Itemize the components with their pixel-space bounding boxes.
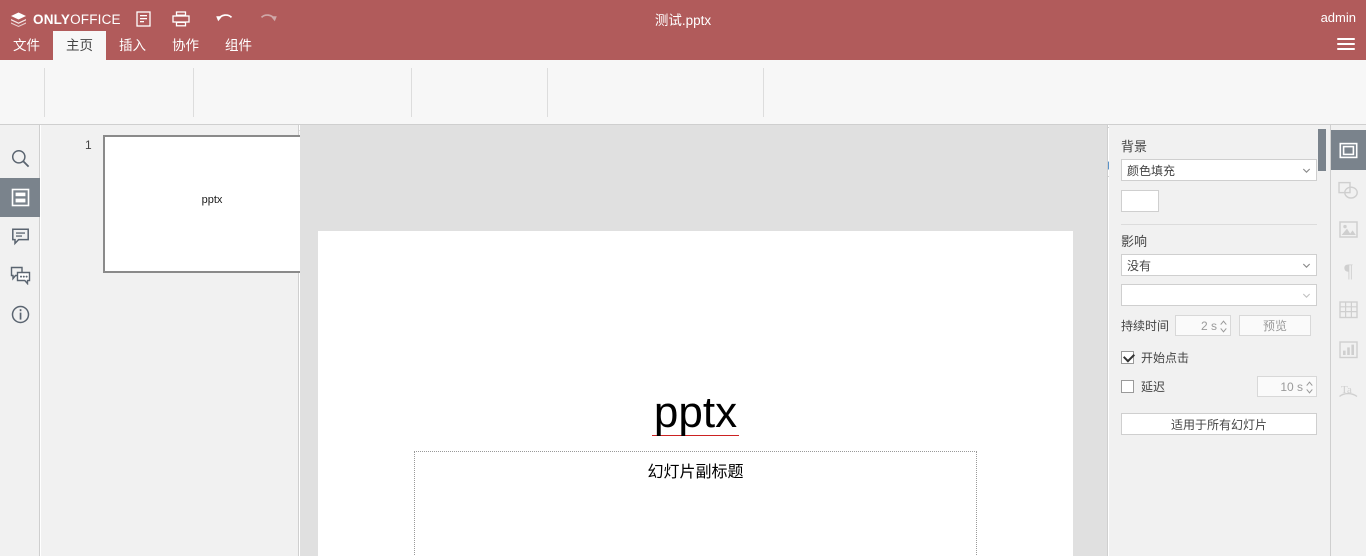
transition-variant-select[interactable]: [1121, 284, 1317, 306]
transition-section-header: 影响: [1121, 234, 1148, 249]
menu-toggle-icon[interactable]: [1337, 38, 1355, 51]
tab-file[interactable]: 文件: [0, 31, 53, 60]
delay-spinner[interactable]: 10 s: [1257, 376, 1317, 397]
panel-tab-table-settings[interactable]: [1331, 290, 1366, 330]
panel-tab-image-settings[interactable]: [1331, 210, 1366, 250]
slide-settings-panel: 背景 颜色填充 影响 没有 持续时间 2 s 预览 开始点击 延迟 10 s 适…: [1109, 125, 1331, 556]
duration-value: 2 s: [1201, 318, 1218, 333]
sidebar-item-slides[interactable]: [0, 178, 40, 217]
info-icon: [11, 305, 29, 324]
stepper-arrows-icon: [1306, 381, 1313, 394]
list-item: 1 pptx: [41, 135, 321, 280]
slide-thumbnail-text: pptx: [201, 194, 223, 206]
slide-canvas[interactable]: pptx 幻灯片副标题: [300, 125, 1108, 556]
preview-label: 预览: [1263, 319, 1288, 333]
slide-number: 1: [85, 138, 92, 152]
scrollbar-thumb[interactable]: [1318, 129, 1326, 171]
tab-plugins[interactable]: 组件: [212, 31, 265, 60]
image-icon: [1339, 221, 1358, 238]
print-glyph: [172, 11, 190, 27]
tab-insert[interactable]: 插入: [106, 31, 159, 60]
ribbon-separator-4: [547, 68, 548, 117]
right-sidebar: ¶ Ta: [1331, 125, 1366, 556]
sidebar-item-comments[interactable]: [0, 217, 40, 256]
divider: [1121, 224, 1317, 225]
start-on-click-checkbox[interactable]: [1121, 351, 1134, 364]
paragraph-icon: ¶: [1344, 261, 1353, 280]
ribbon-separator-2: [193, 68, 194, 117]
tab-home[interactable]: 主页: [53, 31, 106, 60]
tab-collaboration[interactable]: 协作: [159, 31, 212, 60]
background-section-header: 背景: [1121, 139, 1148, 154]
ribbon-separator-1: [44, 68, 45, 117]
brand-logo-area: ONLYOFFICE: [10, 9, 121, 29]
redo-glyph: [260, 14, 277, 22]
delay-label: 延迟: [1141, 380, 1166, 394]
transition-type-value: 没有: [1127, 258, 1152, 273]
left-sidebar: [0, 125, 40, 556]
search-icon: [11, 149, 29, 168]
table-icon: [1339, 301, 1358, 319]
slide-title-placeholder[interactable]: pptx: [414, 391, 977, 436]
duration-row: 持续时间 2 s 预览: [1121, 315, 1317, 336]
slides-icon: [11, 188, 29, 207]
slide-settings-icon: [1339, 142, 1358, 158]
sidebar-item-search[interactable]: [0, 139, 40, 178]
slide-subtitle-placeholder[interactable]: 幻灯片副标题: [414, 451, 977, 556]
slide-subtitle-text: 幻灯片副标题: [647, 464, 744, 481]
shape-icon: [1338, 181, 1358, 199]
delay-checkbox[interactable]: [1121, 380, 1134, 393]
chart-icon: [1339, 341, 1358, 359]
brand-text: ONLYOFFICE: [33, 11, 121, 27]
panel-tab-textart-settings[interactable]: Ta: [1331, 370, 1366, 410]
delay-row: 延迟 10 s: [1121, 376, 1317, 397]
sidebar-item-about[interactable]: [0, 295, 40, 334]
start-on-click-row: 开始点击: [1121, 349, 1317, 366]
slide-thumbnail-1[interactable]: pptx: [103, 135, 321, 273]
undo-glyph: [215, 14, 232, 22]
chevron-down-icon: [1302, 263, 1311, 268]
ribbon-separator-5: [763, 68, 764, 117]
apply-to-all-slides-button[interactable]: 适用于所有幻灯片: [1121, 413, 1317, 435]
text-art-icon: Ta: [1339, 384, 1358, 397]
panel-tab-paragraph-settings[interactable]: ¶: [1331, 250, 1366, 290]
onlyoffice-presentation-editor: ONLYOFFICE 测试.pptx admin 文件 主页 插入 协作 组件 …: [0, 0, 1366, 556]
current-slide[interactable]: pptx 幻灯片副标题: [318, 231, 1073, 556]
save-glyph: [135, 11, 151, 27]
svg-text:¶: ¶: [1344, 261, 1353, 280]
slide-title-text: pptx: [651, 388, 740, 437]
duration-label: 持续时间: [1121, 319, 1170, 333]
save-icon[interactable]: [131, 8, 155, 30]
duration-spinner[interactable]: 2 s: [1175, 315, 1232, 336]
settings-panel-scrollbar[interactable]: [1318, 125, 1326, 556]
redo-icon[interactable]: [256, 8, 280, 30]
chevron-down-icon: [1302, 168, 1311, 173]
chat-icon: [10, 266, 30, 285]
ribbon-toolbar: 添加幻灯片: [0, 60, 1366, 177]
panel-tab-slide-settings[interactable]: [1331, 130, 1366, 170]
panel-tab-shape-settings[interactable]: [1331, 170, 1366, 210]
stepper-arrows-icon: [1220, 320, 1227, 333]
document-title: 测试.pptx: [654, 13, 712, 28]
background-color-swatch[interactable]: [1121, 190, 1159, 212]
start-on-click-label: 开始点击: [1141, 351, 1190, 365]
slide-thumbnail-panel: 1 pptx: [41, 125, 321, 556]
menu-tab-bar: 文件 主页 插入 协作 组件: [0, 31, 265, 60]
user-name[interactable]: admin: [1321, 10, 1356, 25]
background-fill-value: 颜色填充: [1127, 163, 1176, 178]
undo-icon[interactable]: [212, 8, 236, 30]
panel-tab-chart-settings[interactable]: [1331, 330, 1366, 370]
onlyoffice-logo-icon: [11, 12, 26, 27]
chevron-down-icon: [1302, 293, 1311, 298]
ribbon-separator-3: [411, 68, 412, 117]
title-bar: ONLYOFFICE 测试.pptx admin 文件 主页 插入 协作 组件: [0, 0, 1366, 60]
sidebar-item-chat[interactable]: [0, 256, 40, 295]
delay-value: 10 s: [1280, 379, 1303, 394]
background-fill-select[interactable]: 颜色填充: [1121, 159, 1317, 181]
comment-icon: [11, 228, 29, 246]
print-icon[interactable]: [169, 8, 193, 30]
transition-type-select[interactable]: 没有: [1121, 254, 1317, 276]
apply-to-all-slides-label: 适用于所有幻灯片: [1170, 417, 1267, 432]
preview-button[interactable]: 预览: [1239, 315, 1312, 336]
